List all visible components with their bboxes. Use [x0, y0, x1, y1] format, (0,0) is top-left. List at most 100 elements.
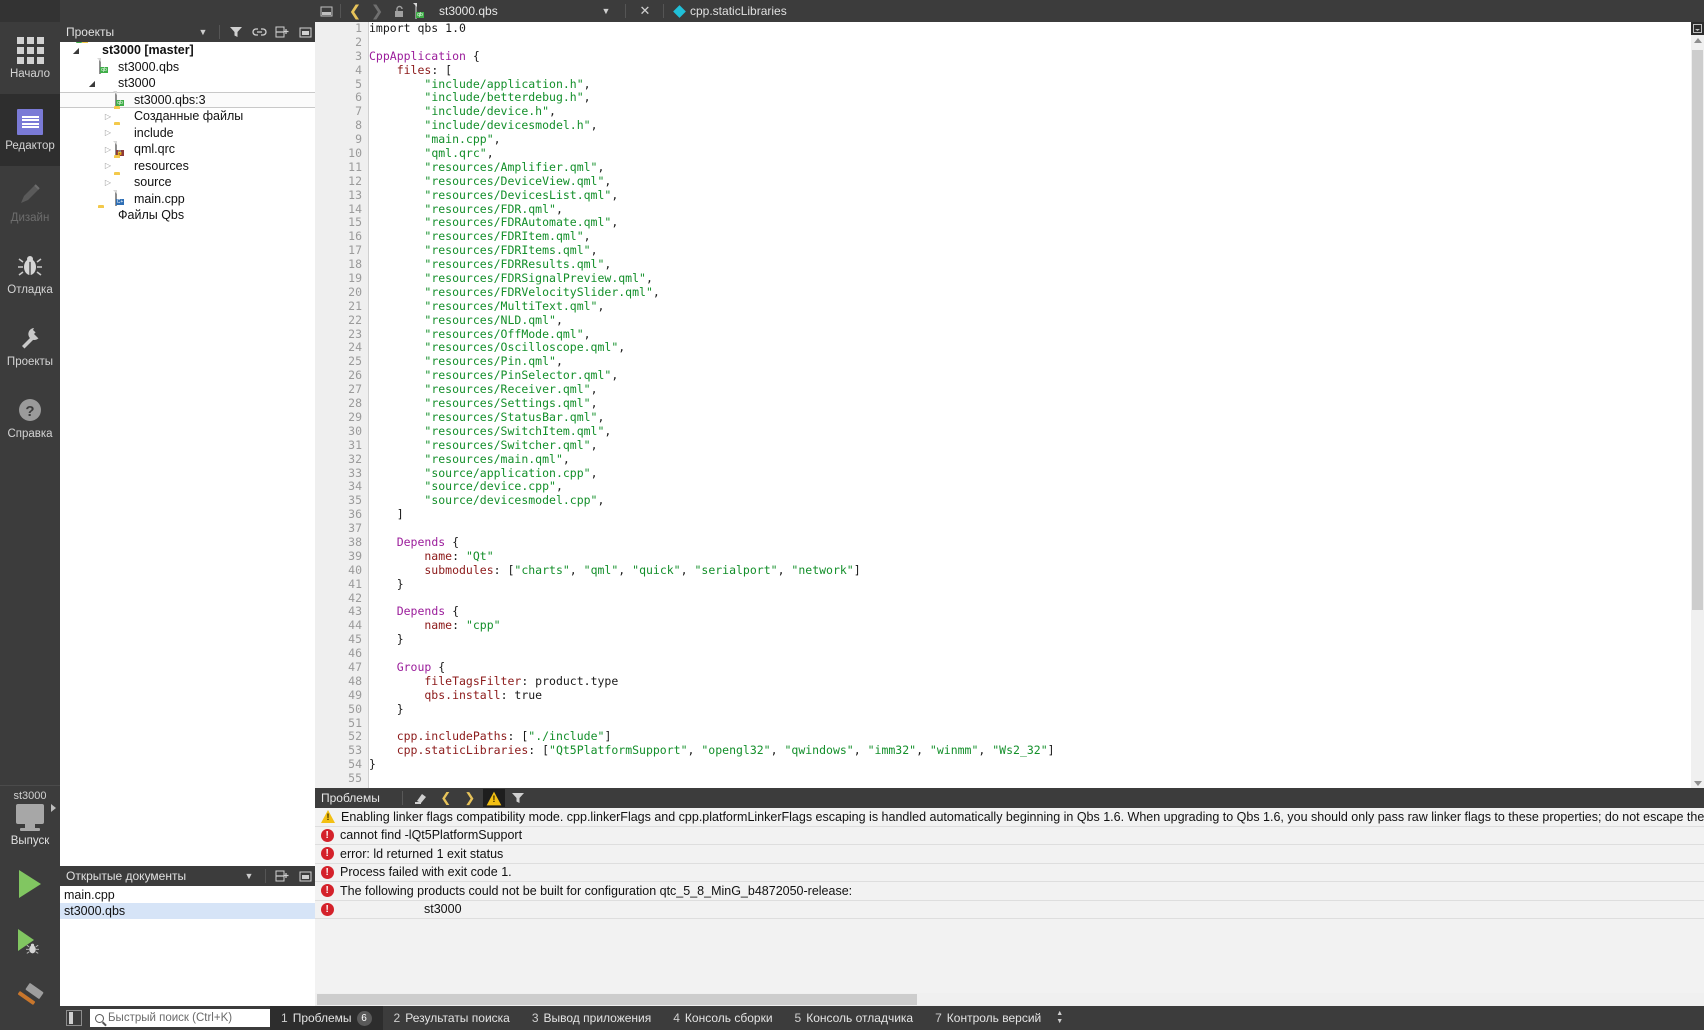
code-line[interactable]	[369, 647, 1704, 661]
scrollbar-thumb[interactable]	[317, 994, 917, 1005]
code-line[interactable]: "resources/StatusBar.qml",	[369, 410, 1704, 425]
code-line[interactable]: cpp.staticLibraries: ["Qt5PlatformSuppor…	[369, 743, 1704, 758]
code-line[interactable]: files: [	[369, 63, 1704, 78]
mode-item-debug[interactable]: Отладка	[0, 238, 60, 310]
output-pane-button[interactable]: 5 Консоль отладчика	[784, 1006, 925, 1030]
split-editor-button[interactable]	[1691, 22, 1704, 35]
add-split-icon[interactable]	[272, 867, 292, 885]
run-button[interactable]	[0, 856, 60, 912]
tree-expander-icon[interactable]	[102, 128, 114, 137]
next-issue-icon[interactable]: ❯	[459, 789, 481, 807]
mode-item-help[interactable]: ? Справка	[0, 382, 60, 454]
code-line[interactable]: "resources/FDRItems.qml",	[369, 243, 1704, 258]
open-documents-list[interactable]: main.cpp st3000.qbs	[60, 886, 315, 1006]
build-button[interactable]	[0, 968, 60, 1030]
code-line[interactable]: "include/application.h",	[369, 77, 1704, 92]
tree-expander-icon[interactable]	[102, 161, 114, 170]
code-line[interactable]	[369, 592, 1704, 606]
chevron-down-icon[interactable]: ▼	[239, 867, 259, 885]
tree-item[interactable]: qb st3000.qbs	[60, 58, 315, 76]
filter-icon[interactable]	[507, 789, 529, 807]
debug-button[interactable]	[0, 912, 60, 968]
add-split-icon[interactable]	[272, 23, 292, 41]
output-pane-button[interactable]: 7 Контроль версий	[924, 1006, 1052, 1030]
tree-item[interactable]: Созданные файлы	[60, 108, 315, 125]
code-line[interactable]: "resources/Oscilloscope.qml",	[369, 341, 1704, 355]
code-line[interactable]: "include/device.h",	[369, 104, 1704, 119]
code-line[interactable]: "source/devicesmodel.cpp",	[369, 493, 1704, 508]
code-line[interactable]: "qml.qrc",	[369, 146, 1704, 161]
split-view-icon[interactable]	[315, 0, 337, 22]
problem-row[interactable]: error: ld returned 1 exit status	[315, 845, 1704, 864]
open-document-item[interactable]: main.cpp	[60, 887, 315, 903]
mode-item-welcome[interactable]: Начало	[0, 22, 60, 94]
close-pane-icon[interactable]	[295, 867, 315, 885]
tree-expander-icon[interactable]	[102, 145, 114, 154]
code-line[interactable]: "resources/Amplifier.qml",	[369, 160, 1704, 175]
code-line[interactable]: "resources/main.qml",	[369, 452, 1704, 467]
code-line[interactable]: }	[369, 757, 1704, 772]
scrollbar-thumb[interactable]	[1692, 50, 1703, 610]
open-document-item[interactable]: st3000.qbs	[60, 903, 315, 919]
tree-item[interactable]: source	[60, 174, 315, 191]
code-line[interactable]: Group {	[369, 660, 1704, 675]
code-line[interactable]: "resources/FDRAutomate.qml",	[369, 216, 1704, 230]
search-input[interactable]: Быстрый поиск (Ctrl+K)	[90, 1009, 270, 1027]
kit-selector[interactable]: st3000 Выпуск	[0, 790, 60, 856]
chevron-down-icon[interactable]: ▼	[193, 23, 213, 41]
code-line[interactable]: "resources/NLD.qml",	[369, 313, 1704, 328]
code-editor[interactable]: 123◢4◢5678910111213141516171819202122232…	[315, 22, 1704, 788]
problem-row[interactable]: Enabling linker flags compatibility mode…	[315, 808, 1704, 827]
tree-expander-icon[interactable]	[70, 46, 82, 55]
code-line[interactable]: "resources/Settings.qml",	[369, 396, 1704, 411]
filter-icon[interactable]	[226, 23, 246, 41]
tree-item[interactable]: resources	[60, 158, 315, 175]
code-line[interactable]	[369, 772, 1704, 786]
code-line[interactable]: "resources/FDRResults.qml",	[369, 257, 1704, 272]
prev-issue-icon[interactable]: ❮	[435, 789, 457, 807]
code-line[interactable]: name: "cpp"	[369, 618, 1704, 633]
symbol-combobox[interactable]: cpp.staticLibraries	[667, 0, 795, 22]
code-line[interactable]: "include/devicesmodel.h",	[369, 118, 1704, 133]
tree-expander-icon[interactable]	[102, 112, 114, 121]
tree-item-selected[interactable]: qb st3000.qbs:3	[60, 91, 315, 108]
link-icon[interactable]	[249, 23, 269, 41]
code-line[interactable]: "resources/Pin.qml",	[369, 354, 1704, 369]
code-line[interactable]: "resources/FDRVelocitySlider.qml",	[369, 285, 1704, 300]
close-icon[interactable]: ✕	[634, 0, 656, 22]
code-line[interactable]: "resources/OffMode.qml",	[369, 327, 1704, 342]
code-line[interactable]: submodules: ["charts", "qml", "quick", "…	[369, 563, 1704, 578]
tree-item[interactable]: include	[60, 125, 315, 142]
output-pane-button[interactable]: 1 Проблемы 6	[270, 1006, 383, 1030]
code-line[interactable]: "resources/Switcher.qml",	[369, 438, 1704, 453]
code-line[interactable]: "resources/FDRSignalPreview.qml",	[369, 271, 1704, 286]
code-line[interactable]: fileTagsFilter: product.type	[369, 674, 1704, 689]
project-tree[interactable]: st3000 [master]qb st3000.qbs st3000qbst300…	[60, 42, 315, 866]
tree-expander-icon[interactable]	[86, 79, 98, 88]
code-line[interactable]: "source/device.cpp",	[369, 479, 1704, 494]
chevron-down-icon[interactable]: ▼	[595, 0, 617, 22]
tree-item[interactable]: 🔒qml.qrc	[60, 140, 315, 158]
warning-filter-icon[interactable]	[482, 789, 505, 807]
output-pane-button[interactable]: 3 Вывод приложения	[521, 1006, 662, 1030]
code-line[interactable]: "resources/FDR.qml",	[369, 202, 1704, 217]
mode-item-editor[interactable]: Редактор	[0, 94, 60, 166]
close-pane-icon[interactable]	[295, 23, 315, 41]
code-line[interactable]: "resources/Receiver.qml",	[369, 382, 1704, 397]
problems-list[interactable]: Enabling linker flags compatibility mode…	[315, 808, 1704, 993]
problem-row[interactable]: The following products could not be buil…	[315, 882, 1704, 901]
code-line[interactable]: "main.cpp",	[369, 132, 1704, 147]
code-line[interactable]: Depends {	[369, 604, 1704, 619]
tree-item[interactable]: st3000	[60, 75, 315, 92]
code-line[interactable]	[369, 36, 1704, 50]
tree-expander-icon[interactable]	[102, 178, 114, 187]
code-line[interactable]: Depends {	[369, 535, 1704, 550]
code-line[interactable]	[369, 717, 1704, 731]
toggle-sidebar-icon[interactable]	[66, 1010, 82, 1026]
scroll-down-arrow[interactable]	[1694, 781, 1702, 786]
problems-horizontal-scrollbar[interactable]	[315, 993, 1704, 1006]
problem-row[interactable]: st3000	[315, 900, 1704, 919]
tree-item[interactable]: Файлы Qbs	[60, 207, 315, 224]
code-line[interactable]: "resources/FDRItem.qml",	[369, 229, 1704, 244]
clear-icon[interactable]	[411, 789, 433, 807]
